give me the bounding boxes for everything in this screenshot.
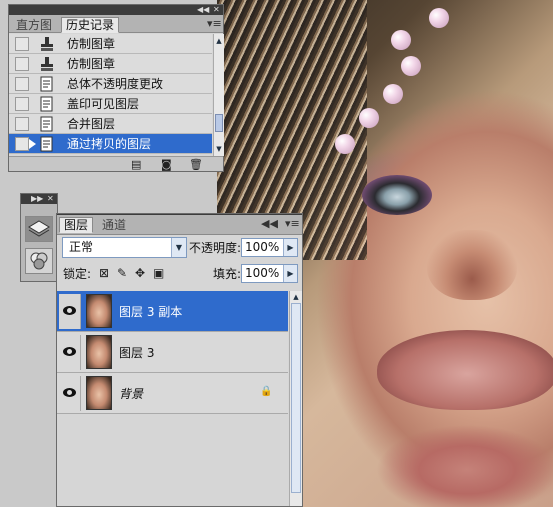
panel-menu-icon[interactable]: ▾≡ [207,17,222,30]
fill-label: 填充: [213,267,242,281]
history-brush-source-checkbox[interactable] [15,57,29,71]
layers-panel: 图层 通道 ◀◀ ▾≡ 正常 ▼ 不透明度: 100% ▶ 锁定: ⊠ ✎ ✥ … [56,213,303,507]
close-icon[interactable]: ✕ [47,194,54,204]
history-brush-source-checkbox[interactable] [15,37,29,51]
history-brush-source-checkbox[interactable] [15,97,29,111]
scroll-thumb[interactable] [215,114,223,132]
collapse-icon[interactable]: ◀◀ [197,5,209,15]
history-list: 仿制图章 仿制图章 总体不透明度更改 盖印可见图层 合并图层 通过拷贝的图层 [9,34,212,156]
history-tabs: 直方图 历史记录 ▾≡ [9,15,223,33]
history-state-icon [40,76,53,92]
layers-stack-icon[interactable] [25,216,53,242]
layer-name: 背景 [119,387,144,401]
opacity-label: 不透明度: [189,241,242,255]
layer-row[interactable]: 图层 3 [57,332,288,373]
layer-name: 图层 3 [119,346,155,360]
opacity-input[interactable]: 100% ▶ [241,238,298,257]
layers-list: 图层 3 副本 图层 3 背景 🔒 [57,291,288,414]
photo-eye [362,175,432,215]
visibility-eye-icon[interactable] [59,294,81,329]
lock-label: 锁定: [63,267,92,281]
history-brush-source-checkbox[interactable] [15,77,29,91]
history-state[interactable]: 仿制图章 [9,34,212,54]
new-document-from-state-icon[interactable]: ▤ [131,158,141,171]
clone-stamp-icon [41,57,53,71]
history-brush-source-checkbox[interactable] [15,117,29,131]
layer-row[interactable]: 图层 3 副本 [57,291,288,332]
chevron-right-icon[interactable]: ▶ [283,265,297,282]
tab-histogram[interactable]: 直方图 [11,17,57,33]
expand-icon[interactable]: ▶▶ [31,194,43,204]
layers-tabs: 图层 通道 ◀◀ ▾≡ [57,215,302,235]
tab-layers[interactable]: 图层 [59,217,94,233]
history-state-label: 仿制图章 [67,57,116,71]
history-brush-source-checkbox[interactable] [15,137,29,151]
scroll-down-icon[interactable]: ▼ [214,144,224,154]
scroll-up-icon[interactable]: ▲ [290,292,302,303]
layer-thumbnail[interactable] [86,376,112,410]
layer-options: 正常 ▼ 不透明度: 100% ▶ 锁定: ⊠ ✎ ✥ ▣ 填充: 100% ▶ [57,235,302,297]
lock-all-icon[interactable]: ▣ [153,266,164,280]
history-state[interactable]: 总体不透明度更改 [9,74,212,94]
layers-scrollbar[interactable]: ▲ [289,291,302,506]
collapse-icon[interactable]: ◀◀ [261,217,278,230]
layer-name: 图层 3 副本 [119,305,183,319]
history-state[interactable]: 仿制图章 [9,54,212,74]
photo-nose [427,230,517,300]
history-state-icon [40,136,53,152]
lock-paint-brush-icon[interactable]: ✎ [117,266,127,280]
channels-icon[interactable] [25,248,53,274]
opacity-value: 100% [245,240,280,254]
lock-transparent-icon[interactable]: ⊠ [99,266,109,280]
history-state[interactable]: 盖印可见图层 [9,94,212,114]
blend-mode-select[interactable]: 正常 ▼ [62,237,187,258]
scroll-thumb[interactable] [291,303,301,493]
panel-icon-strip: ▶▶ ✕ [20,193,58,282]
close-icon[interactable]: ✕ [213,5,220,15]
history-state-pointer-icon [29,139,36,149]
history-state-label: 总体不透明度更改 [67,77,164,91]
tab-history[interactable]: 历史记录 [61,17,120,33]
history-state-current[interactable]: 通过拷贝的图层 [9,134,212,154]
history-state-label: 通过拷贝的图层 [67,137,152,151]
visibility-eye-icon[interactable] [59,376,81,411]
history-footer: ▤ ◙ 🗑 [9,156,223,171]
fill-input[interactable]: 100% ▶ [241,264,298,283]
chevron-down-icon[interactable]: ▼ [171,238,186,257]
layer-row[interactable]: 背景 🔒 [57,373,288,414]
layer-thumbnail[interactable] [86,335,112,369]
clone-stamp-icon [41,37,53,51]
snapshot-camera-icon[interactable]: ◙ [161,158,172,171]
visibility-eye-icon[interactable] [59,335,81,370]
history-panel-titlebar[interactable]: ◀◀ ✕ [9,5,223,15]
history-state-label: 合并图层 [67,117,116,131]
blend-mode-value: 正常 [69,240,94,254]
fill-value: 100% [245,266,280,280]
scroll-up-icon[interactable]: ▲ [214,36,224,46]
history-state-icon [40,96,53,112]
lock-icon: 🔒 [260,386,273,397]
history-state[interactable]: 合并图层 [9,114,212,134]
panel-menu-icon[interactable]: ▾≡ [285,217,300,230]
lock-move-icon[interactable]: ✥ [135,266,145,280]
tab-channels[interactable]: 通道 [97,217,131,233]
history-scrollbar[interactable]: ▲ ▼ [213,34,224,156]
chevron-right-icon[interactable]: ▶ [283,239,297,256]
layer-thumbnail[interactable] [86,294,112,328]
strip-titlebar[interactable]: ▶▶ ✕ [21,194,57,204]
history-state-icon [40,116,53,132]
history-panel: ◀◀ ✕ 直方图 历史记录 ▾≡ 仿制图章 仿制图章 总体不透明度更改 盖印可见… [8,4,224,172]
trash-icon[interactable]: 🗑 [189,158,203,171]
history-state-label: 仿制图章 [67,37,116,51]
history-state-label: 盖印可见图层 [67,97,140,111]
photo-lips [377,330,553,410]
